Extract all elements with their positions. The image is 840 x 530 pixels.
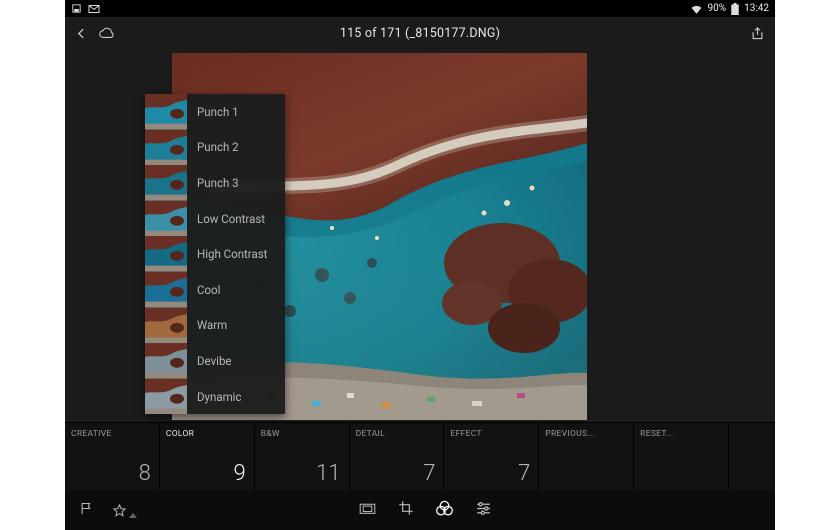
file-title: 115 of 171 (_8150177.DNG): [131, 26, 709, 41]
share-button[interactable]: [750, 26, 765, 41]
cloud-sync-icon[interactable]: [98, 27, 116, 40]
crop-button[interactable]: [398, 500, 414, 520]
back-button[interactable]: [75, 27, 88, 40]
category-label: CREATIVE: [71, 429, 151, 439]
category-cell-bw[interactable]: B&W 11: [255, 423, 350, 490]
preset-thumb[interactable]: [145, 308, 187, 344]
category-cell-creative[interactable]: CREATIVE 8: [65, 423, 160, 490]
category-cell-reset[interactable]: RESET...: [634, 423, 729, 490]
preset-item[interactable]: Punch 3: [187, 165, 285, 201]
preset-thumb[interactable]: [145, 201, 187, 237]
category-label: DETAIL: [356, 429, 436, 439]
category-value: 11: [316, 461, 340, 486]
category-label: PREVIOUS...: [545, 429, 625, 439]
preset-item[interactable]: Cool: [187, 272, 285, 308]
preset-item[interactable]: Punch 1: [187, 94, 285, 130]
app-window: 90% 13:42 115 of 171 (_8150177.DNG): [65, 0, 775, 530]
category-label: COLOR: [166, 429, 246, 439]
category-label: EFFECT: [450, 429, 530, 439]
category-value: 9: [234, 461, 246, 486]
triangle-indicator-icon: [129, 513, 137, 518]
preset-thumb[interactable]: [145, 94, 187, 130]
battery-icon: [731, 3, 739, 15]
star-rating-button[interactable]: [112, 503, 137, 518]
category-strip: CREATIVE 8 COLOR 9 B&W 11 DETAIL 7 EFFECT 7 PREVIO…: [65, 422, 775, 490]
category-cell-previous[interactable]: PREVIOUS...: [539, 423, 634, 490]
category-label: B&W: [261, 429, 341, 439]
app-header: 115 of 171 (_8150177.DNG): [65, 17, 775, 49]
category-cell-spacer: [729, 423, 775, 490]
category-cell-detail[interactable]: DETAIL 7: [350, 423, 445, 490]
preset-item[interactable]: Warm: [187, 308, 285, 344]
bottom-toolbar: [65, 490, 775, 530]
category-label: RESET...: [640, 429, 720, 439]
preset-item[interactable]: Dynamic: [187, 379, 285, 415]
category-cell-effect[interactable]: EFFECT 7: [444, 423, 539, 490]
preset-thumb[interactable]: [145, 379, 187, 415]
crop-frame-button[interactable]: [359, 501, 376, 520]
preset-item[interactable]: High Contrast: [187, 236, 285, 272]
preset-item[interactable]: Devibe: [187, 343, 285, 379]
mail-icon: [88, 4, 100, 14]
preset-thumb[interactable]: [145, 236, 187, 272]
clock: 13:42: [744, 3, 769, 14]
preset-thumb[interactable]: [145, 343, 187, 379]
adjust-sliders-button[interactable]: [475, 501, 492, 520]
preset-thumb[interactable]: [145, 165, 187, 201]
status-bar: 90% 13:42: [65, 0, 775, 17]
preset-item[interactable]: Low Contrast: [187, 201, 285, 237]
category-value: 7: [518, 461, 530, 486]
category-value: 7: [423, 461, 435, 486]
preset-panel: Punch 1Punch 2Punch 3Low ContrastHigh Co…: [145, 94, 285, 414]
presets-button[interactable]: [436, 500, 453, 521]
screenshot-icon: [71, 3, 82, 14]
preset-thumb[interactable]: [145, 130, 187, 166]
category-cell-color[interactable]: COLOR 9: [160, 423, 255, 490]
flag-button[interactable]: [79, 501, 94, 520]
category-value: 8: [139, 461, 151, 486]
preset-thumb[interactable]: [145, 272, 187, 308]
wifi-icon: [690, 4, 703, 14]
battery-pct: 90%: [708, 3, 727, 14]
main-area: Punch 1Punch 2Punch 3Low ContrastHigh Co…: [65, 49, 775, 422]
preset-item[interactable]: Punch 2: [187, 130, 285, 166]
